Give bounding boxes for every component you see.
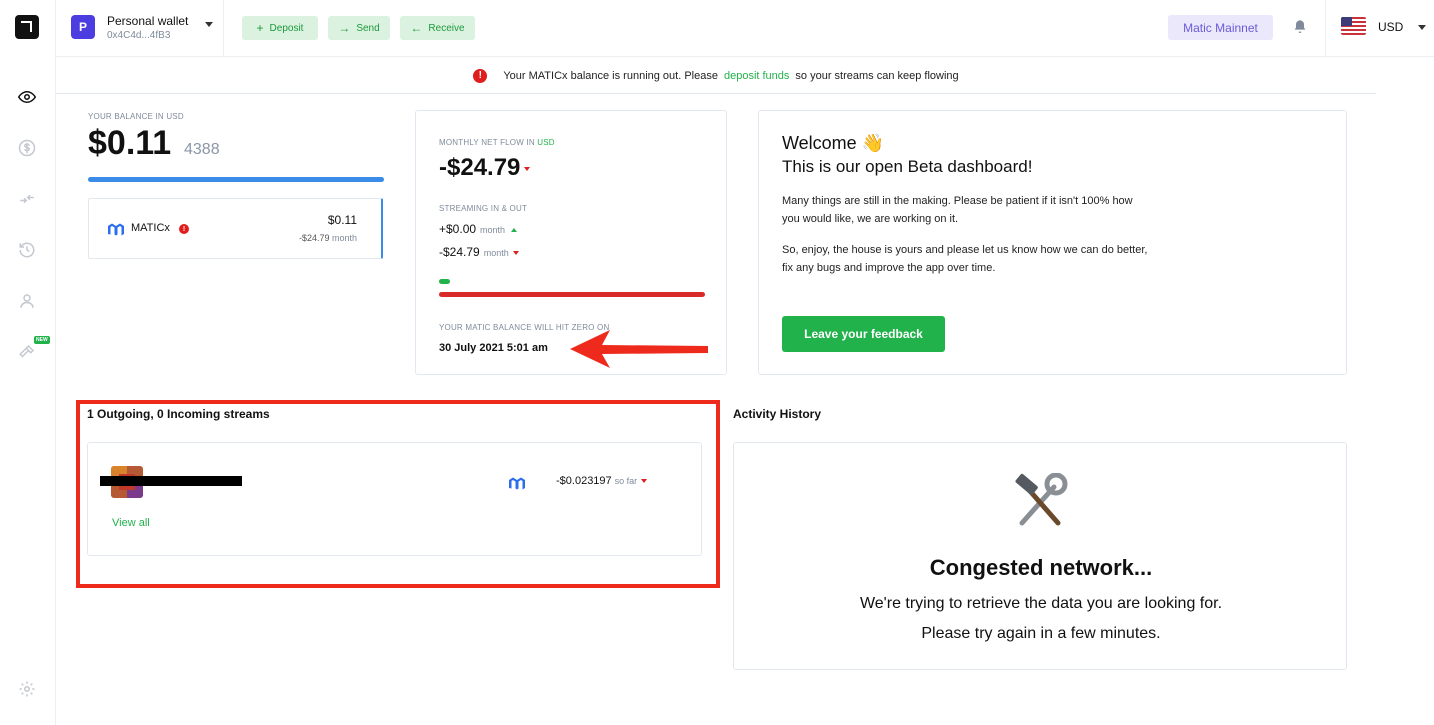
token-rate-value: -$24.79 [298,233,330,243]
hammer-and-wrench-icon [1015,473,1068,526]
alert-text: Your MATICx balance is running out. Plea… [503,69,718,82]
receive-button[interactable]: ← Receive [400,16,475,40]
matic-logo-icon [509,477,525,490]
annotation-arrow-icon [570,330,708,368]
currency-selector[interactable]: USD [1378,20,1403,34]
leave-feedback-button[interactable]: Leave your feedback [782,316,945,352]
arrow-left-icon: ← [410,21,423,35]
token-rate-unit: month [331,233,357,243]
low-balance-alert: ! Your MATICx balance is running out. Pl… [56,58,1376,94]
stream-amount: -$0.023197 so far [556,475,648,487]
streaming-label: STREAMING IN & OUT [439,204,528,213]
stream-in-bar [439,279,450,284]
chevron-down-icon[interactable] [205,22,213,27]
stream-amount-unit: so far [614,476,638,486]
deposit-funds-link[interactable]: deposit funds [724,70,789,82]
stream-card: -$0.023197 so far View all [87,442,702,556]
waving-hand-icon: 👋 [861,133,885,153]
welcome-card: Welcome 👋 This is our open Beta dashboar… [758,110,1347,375]
redacted-address [100,476,242,486]
congested-network-message: Please try again in a few minutes. [921,625,1161,642]
plus-icon: + [256,21,264,35]
top-bar: P Personal wallet 0x4C4d...4fB3 + Deposi… [56,0,1434,57]
congested-network-title: Congested network... [929,555,1153,580]
token-rate: -$24.79 month [299,233,357,243]
stream-in-unit: month [480,225,506,235]
caret-up-icon [511,227,518,232]
deposit-label: Deposit [269,22,304,34]
history-icon[interactable] [16,239,38,261]
alert-text-end: so your streams can keep flowing [795,69,959,82]
divider [1325,0,1326,57]
welcome-title-text: Welcome [782,133,857,153]
new-badge: NEW [34,336,50,344]
sidebar: NEW [0,0,56,725]
activity-history-title: Activity History [733,407,822,421]
gear-icon[interactable] [16,678,38,700]
welcome-title: Welcome 👋 [782,133,884,154]
stream-out-bar [439,292,705,297]
balance-bar [88,177,384,182]
transfer-arrows-icon[interactable] [16,188,38,210]
welcome-paragraph: So, enjoy, the house is yours and please… [782,244,1148,274]
balance-label: YOUR BALANCE IN USD [88,112,184,121]
welcome-paragraph: Many things are still in the making. Ple… [782,195,1133,225]
token-value: $0.11 [327,213,357,227]
stream-in: +$0.00 month [439,222,518,236]
matic-logo-icon [108,223,124,236]
token-name: MATICx [131,222,170,234]
app-logo[interactable] [15,15,39,39]
caret-down-icon [524,166,531,171]
view-all-link[interactable]: View all [112,517,150,529]
stream-out: -$24.79 month [439,245,519,259]
caret-down-icon [641,479,648,484]
net-flow-label: MONTHLY NET FLOW IN USD [439,138,555,147]
wallet-avatar[interactable]: P [71,15,95,39]
balance-fraction: 4388 [184,141,220,158]
net-flow-value: -$24.79 [439,154,521,181]
token-card[interactable]: MATICx ! $0.11 -$24.79 month [88,198,383,259]
deposit-button[interactable]: + Deposit [242,16,318,40]
caret-down-icon [512,250,519,255]
dollar-coin-icon[interactable] [16,137,38,159]
net-flow-amount: -$24.79 [439,154,531,182]
wallet-name[interactable]: Personal wallet [107,14,188,28]
zero-balance-date: 30 July 2021 5:01 am [439,342,548,354]
net-flow-label-text: MONTHLY NET FLOW IN [439,138,535,147]
receive-label: Receive [428,22,465,34]
eye-icon[interactable] [16,86,38,108]
stream-out-value: -$24.79 [439,245,480,259]
stream-out-unit: month [483,248,509,258]
hammer-icon[interactable] [16,341,38,363]
chevron-down-icon[interactable] [1418,25,1426,30]
arrow-right-icon: → [338,21,351,35]
network-badge[interactable]: Matic Mainnet [1168,15,1273,40]
send-label: Send [356,22,380,34]
congested-network-message: We're trying to retrieve the data you ar… [859,595,1223,612]
streams-title: 1 Outgoing, 0 Incoming streams [87,407,270,421]
activity-history-card: Congested network... We're trying to ret… [733,442,1347,670]
divider [223,0,224,57]
wallet-address: 0x4C4d...4fB3 [107,30,171,41]
balance-amount: $0.11 [88,124,172,162]
user-icon[interactable] [16,290,38,312]
error-icon: ! [473,68,488,83]
bell-icon[interactable] [1292,19,1308,35]
us-flag-icon[interactable] [1341,17,1366,35]
warning-icon: ! [179,224,189,234]
welcome-subtitle: This is our open Beta dashboard! [782,157,1033,176]
send-button[interactable]: → Send [328,16,390,40]
net-flow-label-currency: USD [537,138,555,147]
stream-in-value: +$0.00 [439,222,477,236]
stream-amount-value: -$0.023197 [556,475,612,487]
